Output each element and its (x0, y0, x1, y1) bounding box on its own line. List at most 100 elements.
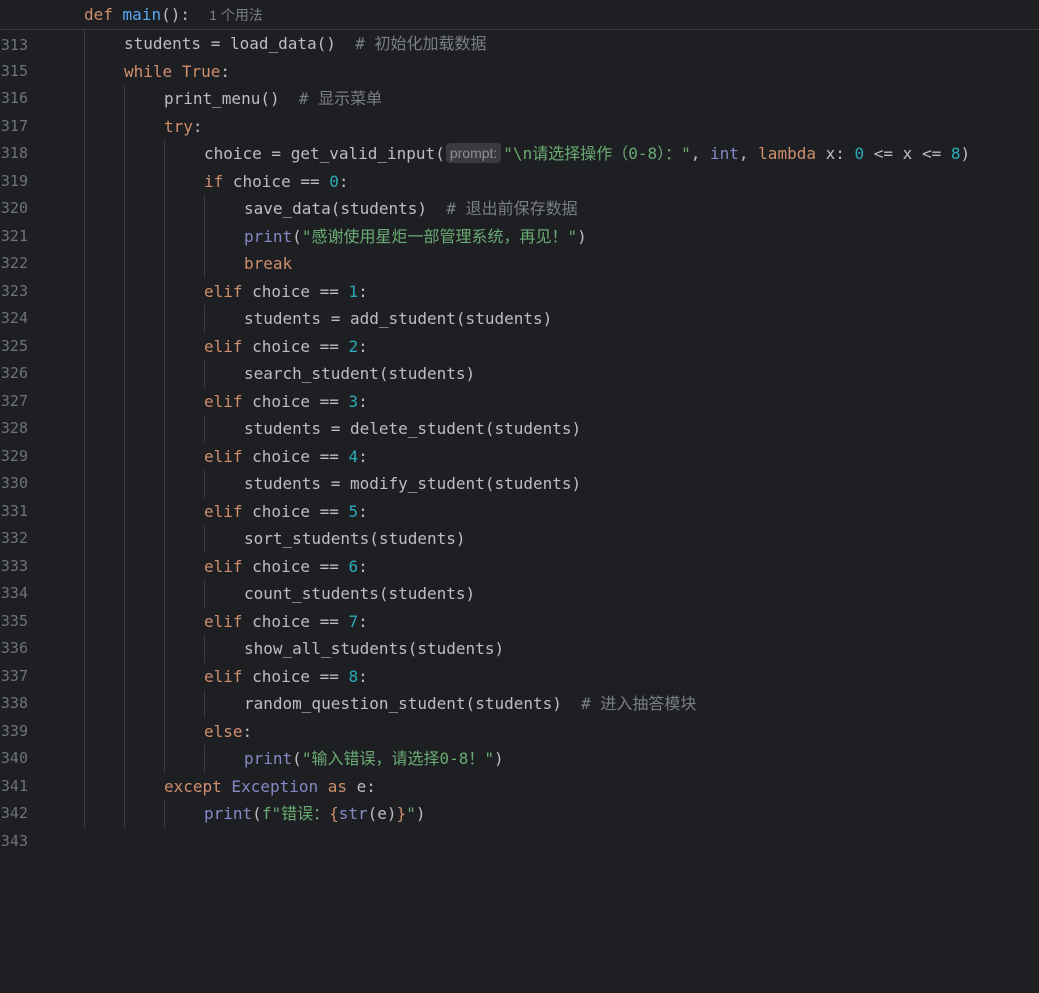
indent-guide (164, 360, 165, 388)
indent-guide (124, 690, 125, 718)
line-code: print(f"错误：{str(e)}") (204, 804, 426, 823)
indent-guide (204, 525, 205, 553)
line-code: print("感谢使用星炬一部管理系统，再见！") (244, 226, 587, 246)
indent-guide (84, 497, 85, 525)
indent-guide (164, 222, 165, 250)
line-code: def main(): 1 个用法 (84, 5, 263, 24)
indent-guide (84, 167, 85, 195)
indent-guide (124, 552, 125, 580)
indent-guide (84, 442, 85, 470)
code-line[interactable]: 336 elif choice == 7: (0, 607, 1039, 657)
indent-guide (204, 470, 205, 498)
line-code: else: (204, 721, 253, 741)
indent-guide (164, 800, 165, 828)
indent-guide (84, 745, 85, 773)
indent-guide (204, 195, 205, 223)
line-code: choice = get_valid_input(prompt: "\n请选择操作… (204, 143, 971, 163)
indent-guide (164, 332, 165, 360)
indent-guide (164, 662, 165, 690)
indent-guide (124, 250, 125, 278)
code-line[interactable]: 323 break (0, 250, 1039, 300)
indent-guide (84, 387, 85, 415)
code-line[interactable]: 341 print("输入错误，请选择0-8！") (0, 745, 1039, 795)
code-line[interactable]: 320 if choice == 0: (0, 167, 1039, 217)
code-line[interactable]: 330 elif choice == 4: (0, 442, 1039, 492)
code-line[interactable]: 321 save_data(students) # 退出前保存数据 (0, 195, 1039, 245)
indent-guide (204, 635, 205, 663)
code-line[interactable]: 324 elif choice == 1: (0, 277, 1039, 327)
code-line[interactable]: 313 def main(): 1 个用法 (0, 0, 1039, 54)
line-code: try: (164, 116, 203, 136)
indent-guide (164, 525, 165, 553)
code-line[interactable]: 316 while True: (0, 57, 1039, 107)
code-line[interactable]: 333 sort_students(students) (0, 525, 1039, 575)
line-code: elif choice == 5: (204, 501, 368, 521)
line-code: elif choice == 3: (204, 391, 368, 411)
line-code: students = add_student(students) (244, 309, 553, 328)
indent-guide (84, 552, 85, 580)
code-line[interactable]: 334 elif choice == 6: (0, 552, 1039, 602)
line-code: print_menu() # 显示菜单 (164, 89, 383, 108)
code-line[interactable]: 342 except Exception as e: (0, 772, 1039, 822)
indent-guide (124, 525, 125, 553)
indent-guide (84, 635, 85, 663)
line-code: count_students(students) (244, 584, 476, 603)
indent-guide (84, 690, 85, 718)
code-line[interactable]: 332 elif choice == 5: (0, 497, 1039, 547)
indent-guide (84, 415, 85, 443)
indent-guide (204, 250, 205, 278)
indent-guide (84, 772, 85, 800)
line-code: show_all_students(students) (244, 639, 505, 658)
indent-guide (84, 57, 85, 85)
indent-guide (164, 140, 165, 168)
line-code: save_data(students) # 退出前保存数据 (244, 199, 578, 218)
indent-guide (164, 277, 165, 305)
indent-guide (84, 222, 85, 250)
code-line[interactable]: 315 students = load_data() # 初始化加载数据 (0, 30, 1039, 80)
code-line[interactable]: 338 elif choice == 8: (0, 662, 1039, 712)
line-code: students = load_data() # 初始化加载数据 (124, 34, 487, 53)
line-code: elif choice == 8: (204, 666, 368, 686)
indent-guide (164, 552, 165, 580)
line-code: search_student(students) (244, 364, 476, 383)
code-line[interactable]: 327 search_student(students) (0, 360, 1039, 410)
indent-guide (204, 690, 205, 718)
code-line[interactable]: 339 random_question_student(students) # … (0, 690, 1039, 740)
usages-hint[interactable]: 1 个用法 (209, 7, 263, 23)
code-line[interactable]: 337 show_all_students(students) (0, 635, 1039, 685)
indent-guide (124, 222, 125, 250)
line-code: students = modify_student(students) (244, 474, 582, 493)
code-line[interactable]: 326 elif choice == 2: (0, 332, 1039, 382)
indent-guide (204, 745, 205, 773)
code-line[interactable]: 325 students = add_student(students) (0, 305, 1039, 355)
indent-guide (84, 717, 85, 745)
code-line[interactable]: 340 else: (0, 717, 1039, 767)
code-line[interactable]: 318 try: (0, 112, 1039, 162)
indent-guide (164, 717, 165, 745)
code-line[interactable]: 328 elif choice == 3: (0, 387, 1039, 437)
indent-guide (164, 690, 165, 718)
code-line[interactable]: 343 print(f"错误：{str(e)}") (0, 800, 1039, 850)
code-line[interactable]: 319 choice = get_valid_input(prompt: "\n请… (0, 140, 1039, 190)
indent-guide (164, 470, 165, 498)
indent-guide (124, 85, 125, 113)
indent-guide (204, 415, 205, 443)
code-line[interactable]: 322 print("感谢使用星炬一部管理系统，再见！") (0, 222, 1039, 272)
line-code: break (244, 254, 293, 273)
indent-guide (84, 195, 85, 223)
function-name-main: main (122, 5, 162, 24)
code-line[interactable]: 335 count_students(students) (0, 580, 1039, 630)
indent-guide (164, 497, 165, 525)
parameter-hint: prompt: (445, 143, 502, 163)
indent-guide (124, 277, 125, 305)
indent-guide (164, 250, 165, 278)
indent-guide (84, 250, 85, 278)
indent-guide (124, 635, 125, 663)
code-line[interactable]: 331 students = modify_student(students) (0, 470, 1039, 520)
code-line[interactable]: 317 print_menu() # 显示菜单 (0, 85, 1039, 135)
code-line[interactable]: 329 students = delete_student(students) (0, 415, 1039, 465)
indent-guide (84, 607, 85, 635)
code-editor[interactable]: 313 def main(): 1 个用法 315 students = loa… (0, 0, 1039, 850)
indent-guide (84, 85, 85, 113)
line-code: except Exception as e: (164, 776, 376, 796)
